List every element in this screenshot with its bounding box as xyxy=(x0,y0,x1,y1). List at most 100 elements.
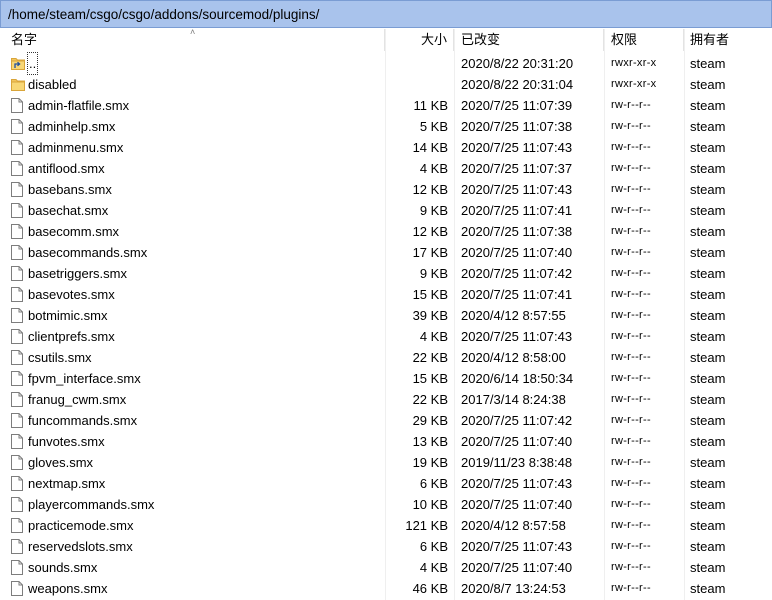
file-name: disabled xyxy=(28,77,77,92)
file-name: admin-flatfile.smx xyxy=(28,98,130,113)
table-row[interactable]: practicemode.smx 121 KB 2020/4/12 8:57:58 r… xyxy=(0,515,772,536)
file-modified: 2020/7/25 11:07:39 xyxy=(461,98,573,113)
file-permissions: rw-r--r-- xyxy=(611,435,651,447)
table-row[interactable]: basevotes.smx 15 KB 2020/7/25 11:07:41 rw-r… xyxy=(0,284,772,305)
table-row[interactable]: fpvm_interface.smx 15 KB 2020/6/14 18:50:3… xyxy=(0,368,772,389)
file-modified: 2020/7/25 11:07:37 xyxy=(461,161,573,176)
file-owner: steam xyxy=(690,308,726,323)
file-permissions: rw-r--r-- xyxy=(611,351,651,363)
table-row[interactable]: funcommands.smx 29 KB 2020/7/25 11:07:42 rw… xyxy=(0,410,772,431)
file-permissions: rw-r--r-- xyxy=(611,540,651,552)
file-permissions: rw-r--r-- xyxy=(611,183,651,195)
table-row[interactable]: .. 2020/8/22 20:31:20 rwxr-xr-x steam xyxy=(0,52,772,75)
file-modified: 2017/3/14 8:24:38 xyxy=(461,392,566,407)
file-icon xyxy=(11,98,25,114)
table-row[interactable]: basetriggers.smx 9 KB 2020/7/25 11:07:42 rw… xyxy=(0,263,772,284)
table-row[interactable]: playercommands.smx 10 KB 2020/7/25 11:07:4… xyxy=(0,494,772,515)
table-row[interactable]: adminhelp.smx 5 KB 2020/7/25 11:07:38 rw-r-… xyxy=(0,116,772,137)
file-name: csutils.smx xyxy=(28,350,92,365)
file-permissions: rwxr-xr-x xyxy=(611,78,657,90)
table-row[interactable]: basechat.smx 9 KB 2020/7/25 11:07:41 rw-r--… xyxy=(0,200,772,221)
file-name: weapons.smx xyxy=(28,581,108,596)
table-row[interactable]: weapons.smx 46 KB 2020/8/7 13:24:53 rw-r--r… xyxy=(0,578,772,599)
file-name: basechat.smx xyxy=(28,203,109,218)
file-size: 29 KB xyxy=(412,413,448,428)
path-bar[interactable]: /home/steam/csgo/csgo/addons/sourcemod/p… xyxy=(0,0,772,28)
file-name: funcommands.smx xyxy=(28,413,138,428)
file-permissions: rw-r--r-- xyxy=(611,393,651,405)
file-name: botmimic.smx xyxy=(28,308,108,323)
file-permissions: rw-r--r-- xyxy=(611,288,651,300)
file-owner: steam xyxy=(690,161,726,176)
file-size: 10 KB xyxy=(412,497,448,512)
file-name: antiflood.smx xyxy=(28,161,105,176)
table-row[interactable]: clientprefs.smx 4 KB 2020/7/25 11:07:43 rw-… xyxy=(0,326,772,347)
file-permissions: rw-r--r-- xyxy=(611,477,651,489)
column-header-size[interactable]: 大小 xyxy=(385,29,454,51)
file-size xyxy=(385,74,448,95)
table-row[interactable]: reservedslots.smx 6 KB 2020/7/25 11:07:43 r… xyxy=(0,536,772,557)
table-row[interactable]: basebans.smx 12 KB 2020/7/25 11:07:43 rw-r-… xyxy=(0,179,772,200)
file-owner: steam xyxy=(690,581,726,596)
column-header-name[interactable]: 名字 ˄ xyxy=(0,27,385,51)
table-row[interactable]: antiflood.smx 4 KB 2020/7/25 11:07:37 rw-r-… xyxy=(0,158,772,179)
file-name: fpvm_interface.smx xyxy=(28,371,141,386)
file-permissions: rw-r--r-- xyxy=(611,204,651,216)
file-icon xyxy=(11,392,25,408)
table-row[interactable]: csutils.smx 22 KB 2020/4/12 8:58:00 rw-r--r… xyxy=(0,347,772,368)
table-row[interactable]: basecomm.smx 12 KB 2020/7/25 11:07:38 rw-r-… xyxy=(0,221,772,242)
file-icon xyxy=(11,581,25,597)
file-modified: 2020/8/22 20:31:04 xyxy=(461,77,574,92)
file-owner: steam xyxy=(690,560,726,575)
file-icon xyxy=(11,266,25,282)
file-permissions: rw-r--r-- xyxy=(611,267,651,279)
file-owner: steam xyxy=(690,413,726,428)
file-permissions: rw-r--r-- xyxy=(611,246,651,258)
table-row[interactable]: sounds.smx 4 KB 2020/7/25 11:07:40 rw-r--r-… xyxy=(0,557,772,578)
file-owner: steam xyxy=(690,287,726,302)
file-owner: steam xyxy=(690,497,726,512)
column-header-modified-label: 已改变 xyxy=(461,32,501,47)
file-modified: 2020/7/25 11:07:43 xyxy=(461,539,573,554)
table-row[interactable]: botmimic.smx 39 KB 2020/4/12 8:57:55 rw-r--… xyxy=(0,305,772,326)
file-icon xyxy=(11,140,25,156)
file-modified: 2020/7/25 11:07:38 xyxy=(461,119,573,134)
file-size: 9 KB xyxy=(419,266,448,281)
column-header-modified[interactable]: 已改变 xyxy=(454,29,604,51)
file-icon xyxy=(11,329,25,345)
table-row[interactable]: disabled 2020/8/22 20:31:04 rwxr-xr-x steam xyxy=(0,74,772,95)
file-owner: steam xyxy=(690,329,726,344)
column-header-permissions[interactable]: 权限 xyxy=(604,29,684,51)
table-row[interactable]: gloves.smx 19 KB 2019/11/23 8:38:48 rw-r--r… xyxy=(0,452,772,473)
table-row[interactable]: franug_cwm.smx 22 KB 2017/3/14 8:24:38 rw-r… xyxy=(0,389,772,410)
file-size: 4 KB xyxy=(419,329,448,344)
column-header-owner[interactable]: 拥有者 xyxy=(684,29,772,51)
file-modified: 2020/7/25 11:07:42 xyxy=(461,413,573,428)
table-row[interactable]: admin-flatfile.smx 11 KB 2020/7/25 11:07:3… xyxy=(0,95,772,116)
file-permissions: rw-r--r-- xyxy=(611,330,651,342)
table-row[interactable]: funvotes.smx 13 KB 2020/7/25 11:07:40 rw-r-… xyxy=(0,431,772,452)
column-header-permissions-label: 权限 xyxy=(611,32,638,47)
table-row[interactable]: adminmenu.smx 14 KB 2020/7/25 11:07:43 rw-r… xyxy=(0,137,772,158)
file-permissions: rw-r--r-- xyxy=(611,372,651,384)
file-owner: steam xyxy=(690,455,726,470)
file-size: 46 KB xyxy=(412,581,448,596)
file-size: 19 KB xyxy=(412,455,448,470)
file-icon xyxy=(11,518,25,534)
file-modified: 2020/4/12 8:58:00 xyxy=(461,350,566,365)
table-row[interactable]: basecommands.smx 17 KB 2020/7/25 11:07:40 r… xyxy=(0,242,772,263)
file-size xyxy=(385,53,448,74)
file-modified: 2020/8/22 20:31:20 xyxy=(461,56,574,71)
file-owner: steam xyxy=(690,266,726,281)
file-modified: 2020/7/25 11:07:40 xyxy=(461,497,573,512)
file-permissions: rw-r--r-- xyxy=(611,561,651,573)
file-size: 4 KB xyxy=(419,161,448,176)
file-modified: 2020/7/25 11:07:43 xyxy=(461,329,573,344)
column-header: 名字 ˄ 大小 已改变 权限 拥有者 xyxy=(0,27,772,51)
file-size: 6 KB xyxy=(419,539,448,554)
file-permissions: rw-r--r-- xyxy=(611,99,651,111)
file-name: clientprefs.smx xyxy=(28,329,115,344)
file-name: basecomm.smx xyxy=(28,224,120,239)
file-owner: steam xyxy=(690,539,726,554)
table-row[interactable]: nextmap.smx 6 KB 2020/7/25 11:07:43 rw-r--r… xyxy=(0,473,772,494)
